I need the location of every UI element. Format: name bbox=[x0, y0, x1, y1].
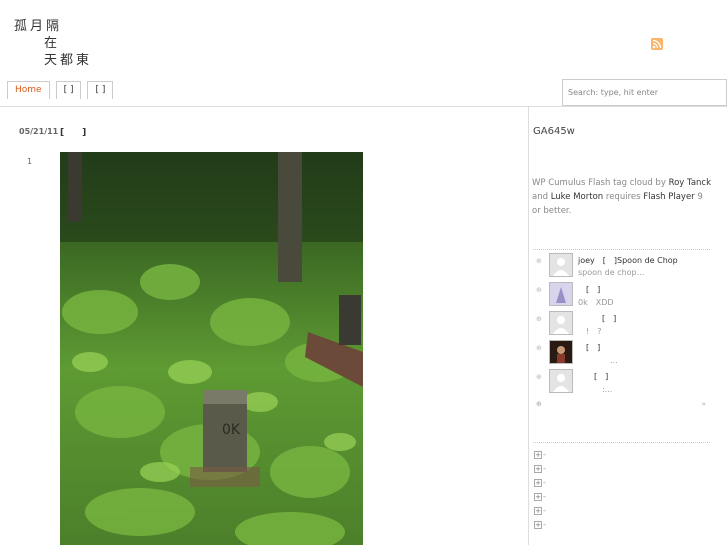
post-photo[interactable]: 0K bbox=[60, 152, 363, 545]
avatar bbox=[549, 282, 573, 306]
tag-cloud-notice: WP Cumulus Flash tag cloud by Roy Tanck … bbox=[532, 176, 712, 218]
site-logo[interactable]: 孤月隔 在 天都東 bbox=[14, 18, 92, 69]
more-bullet-icon: ⊕ bbox=[536, 400, 542, 408]
rss-icon[interactable] bbox=[651, 38, 663, 50]
category-tree: + - + - + - + - + - + - bbox=[534, 450, 546, 534]
flash-player-link[interactable]: Flash Player bbox=[643, 192, 694, 202]
nav-page-1[interactable]: [ ] bbox=[55, 81, 82, 99]
comment-excerpt: 0k XDD bbox=[578, 298, 614, 307]
avatar bbox=[549, 311, 573, 335]
expand-icon[interactable]: + bbox=[534, 506, 542, 515]
sidebar-widget-title: GA645w bbox=[533, 126, 575, 137]
search-input[interactable]: Search: type, hit enter bbox=[562, 79, 727, 106]
category-item[interactable]: + - bbox=[534, 478, 546, 492]
category-item[interactable]: + - bbox=[534, 450, 546, 464]
sidebar-divider bbox=[528, 106, 529, 545]
site-title-line2: 在 bbox=[44, 36, 61, 51]
category-label: - bbox=[543, 450, 546, 459]
site-title-line1: 孤月隔 bbox=[14, 19, 63, 34]
category-label: - bbox=[543, 464, 546, 473]
post-title[interactable]: [ ] bbox=[60, 125, 86, 138]
comments-more-row: ⊕ » bbox=[536, 400, 706, 408]
category-item[interactable]: + - bbox=[534, 492, 546, 506]
comment-bullet-icon: ⊕ bbox=[536, 315, 542, 323]
category-item[interactable]: + - bbox=[534, 506, 546, 520]
comment-title[interactable]: joey [ ]Spoon de Chop bbox=[578, 255, 678, 266]
main-nav: Home [ ] [ ] bbox=[7, 81, 114, 99]
avatar bbox=[549, 253, 573, 277]
comment-excerpt: ... bbox=[578, 356, 618, 365]
comment-title[interactable]: [ ] bbox=[578, 342, 600, 353]
expand-icon[interactable]: + bbox=[534, 464, 542, 473]
category-label: - bbox=[543, 478, 546, 487]
sidebar-separator bbox=[533, 442, 710, 443]
expand-icon[interactable]: + bbox=[534, 450, 542, 459]
nav-page-2[interactable]: [ ] bbox=[87, 81, 114, 99]
svg-text:0K: 0K bbox=[222, 422, 241, 438]
site-title-line3: 天都東 bbox=[44, 53, 93, 68]
cumulus-author-link-1[interactable]: Roy Tanck bbox=[669, 178, 711, 188]
more-comments-link[interactable]: » bbox=[702, 400, 706, 408]
sidebar-separator bbox=[533, 249, 710, 250]
category-label: - bbox=[543, 506, 546, 515]
comment-excerpt: :... bbox=[578, 385, 613, 394]
comment-item[interactable]: ⊕ [ ] ... bbox=[536, 340, 716, 369]
comment-bullet-icon: ⊕ bbox=[536, 373, 542, 381]
comment-bullet-icon: ⊕ bbox=[536, 344, 542, 352]
avatar bbox=[549, 340, 573, 364]
comment-bullet-icon: ⊕ bbox=[536, 257, 542, 265]
expand-icon[interactable]: + bbox=[534, 492, 542, 501]
comment-item[interactable]: ⊕ [ ] :... bbox=[536, 369, 716, 398]
cumulus-author-link-2[interactable]: Luke Morton bbox=[551, 192, 603, 202]
cumulus-and: and bbox=[532, 192, 551, 202]
comment-title[interactable]: [ ] bbox=[578, 313, 616, 324]
recent-comments: ⊕ joey [ ]Spoon de Chop spoon de chop...… bbox=[536, 253, 716, 398]
cumulus-prefix: WP Cumulus Flash tag cloud by bbox=[532, 178, 669, 188]
comment-item[interactable]: ⊕ [ ] ! ? bbox=[536, 311, 716, 340]
expand-icon[interactable]: + bbox=[534, 520, 542, 529]
comment-item[interactable]: ⊕ [ ] 0k XDD bbox=[536, 282, 716, 311]
category-label: - bbox=[543, 520, 546, 529]
comment-excerpt: spoon de chop... bbox=[578, 268, 645, 277]
comment-title[interactable]: [ ] bbox=[578, 284, 600, 295]
category-item[interactable]: + - bbox=[534, 464, 546, 478]
nav-home[interactable]: Home bbox=[7, 81, 50, 99]
category-label: - bbox=[543, 492, 546, 501]
expand-icon[interactable]: + bbox=[534, 478, 542, 487]
comment-excerpt: ! ? bbox=[578, 327, 602, 336]
cumulus-requires: requires bbox=[603, 192, 644, 202]
category-item[interactable]: + - bbox=[534, 520, 546, 534]
comment-bullet-icon: ⊕ bbox=[536, 286, 542, 294]
header-divider bbox=[0, 106, 727, 107]
post-date: 05/21/11 bbox=[19, 127, 59, 136]
comment-title[interactable]: [ ] bbox=[578, 371, 608, 382]
comment-item[interactable]: ⊕ joey [ ]Spoon de Chop spoon de chop... bbox=[536, 253, 716, 282]
avatar bbox=[549, 369, 573, 393]
comment-count[interactable]: 1 bbox=[27, 157, 32, 166]
